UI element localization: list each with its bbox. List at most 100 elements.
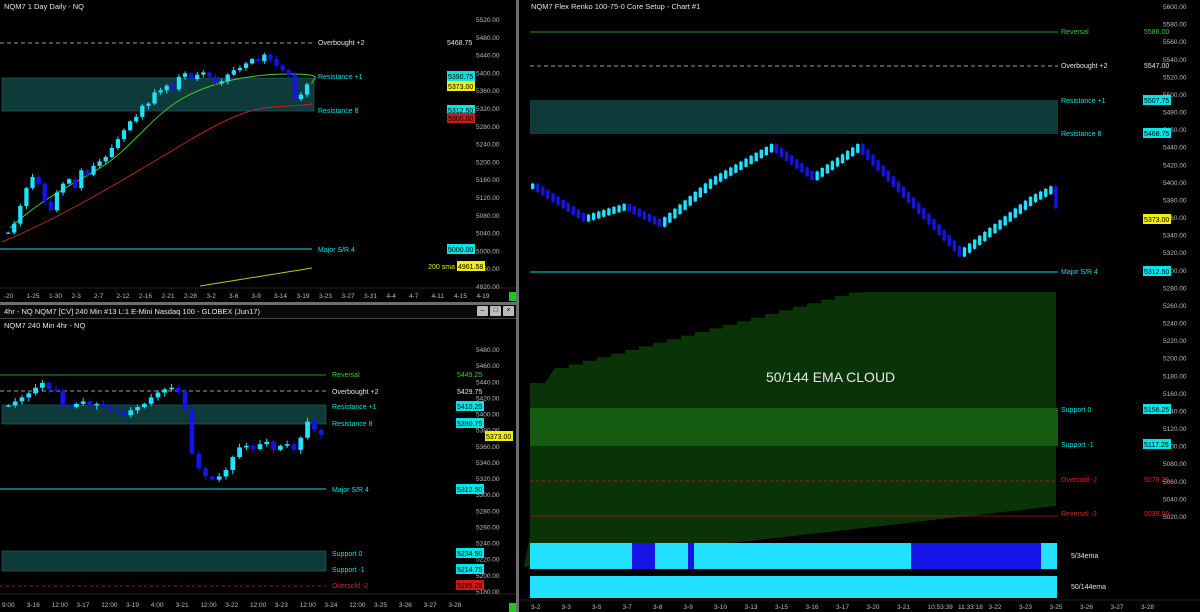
h4-axis-label: 5280.00 — [476, 508, 500, 515]
renko-candle — [774, 144, 779, 154]
renko-date-label: 3-9 — [684, 604, 694, 611]
renko-candle — [896, 181, 901, 193]
renko-candle — [551, 193, 555, 202]
daily-date-label: 3-6 — [229, 293, 239, 300]
renko-candle — [942, 229, 946, 241]
daily-candle — [103, 156, 108, 162]
h4-candle — [305, 421, 310, 438]
daily-axis-label: 5240.00 — [476, 142, 500, 149]
renko-candle — [556, 196, 560, 206]
h4-date-label: 3-22 — [225, 602, 238, 609]
h4-date-label: 12:00 — [200, 602, 217, 609]
renko-candle — [627, 203, 631, 212]
renko-candle — [1044, 188, 1048, 197]
renko-resistance-plus1-label: Resistance +1 — [1061, 98, 1106, 105]
h4-candle — [196, 453, 202, 469]
renko-major-sr4-value: 5312.50 — [1144, 269, 1169, 276]
renko-candle — [937, 224, 941, 236]
renko-candle — [957, 245, 962, 257]
daily-candle — [134, 116, 139, 122]
h4-candle — [114, 408, 120, 412]
renko-candle — [866, 149, 870, 161]
daily-date-label: 2-28 — [184, 293, 197, 300]
daily-chart[interactable]: 5520.00 5480.00 5440.00 5400.00 5360.00 5320.… — [0, 0, 516, 302]
renko-candle — [901, 186, 906, 198]
renko-candle — [998, 220, 1002, 230]
h4-candle — [46, 382, 52, 390]
h4-major-sr4-label: Major S/R 4 — [332, 487, 369, 494]
h4-axis-label: 5460.00 — [476, 363, 500, 370]
h4-candle — [19, 397, 25, 402]
h4-date-label: 12:00 — [349, 602, 366, 609]
h4-axis-label: 5240.00 — [476, 541, 500, 548]
renko-candle — [688, 196, 692, 206]
h4-candle — [121, 411, 127, 416]
daily-date-label: 4-19 — [477, 293, 490, 300]
renko-candle — [927, 213, 931, 225]
renko-candle — [917, 203, 921, 214]
h4-date-label: 3-23 — [275, 602, 288, 609]
renko-date-label: 3-7 — [623, 604, 633, 611]
renko-candle — [632, 206, 636, 215]
renko-candle — [698, 187, 703, 198]
h4-chart-pane[interactable]: 4hr - NQ NQM7 [CV] 240 Min #13 L:1 E-Min… — [0, 305, 516, 612]
renko-axis-label: 5120.00 — [1163, 426, 1187, 433]
h4-resistance-plus1-value: 5410.25 — [457, 404, 482, 411]
renko-chart-pane[interactable]: NQM7 Flex Renko 100-75-0 Core Setup - Ch… — [519, 0, 1200, 612]
h4-candle — [264, 441, 270, 445]
h4-reversal-label: Reversal — [332, 372, 360, 379]
h4-candle — [101, 403, 106, 408]
renko-candle — [749, 155, 753, 164]
renko-axis-label: 5080.00 — [1163, 461, 1187, 468]
renko-price-tag: 5373.00 — [1144, 217, 1169, 224]
renko-candle — [571, 206, 576, 215]
daily-date-label: -20 — [4, 293, 14, 300]
renko-candle — [952, 240, 957, 252]
daily-sma-label: 200 sma — [428, 264, 455, 271]
daily-candle — [243, 63, 249, 68]
renko-date-label: 3-26 — [1080, 604, 1093, 611]
daily-candle — [109, 148, 114, 157]
daily-date-label: 1-30 — [49, 293, 62, 300]
renko-candle — [795, 159, 799, 169]
renko-axis-label: 5380.00 — [1163, 197, 1187, 204]
renko-reversal-value: 5586.00 — [1144, 29, 1169, 36]
daily-resistance-zone — [1, 77, 315, 112]
daily-candle — [36, 176, 41, 184]
daily-candle — [152, 92, 157, 104]
h4-candle — [53, 389, 59, 391]
h4-candle — [278, 445, 283, 450]
daily-candle — [128, 121, 133, 131]
daily-candle — [201, 72, 206, 75]
renko-axis-label: 5220.00 — [1163, 338, 1187, 345]
h4-date-label: 3-16 — [27, 602, 40, 609]
daily-resistance1-label: Resistance +1 — [318, 74, 363, 81]
daily-candle — [140, 105, 145, 117]
renko-candle — [566, 203, 570, 212]
h4-candle — [135, 407, 140, 411]
daily-axis-label: 5360.00 — [476, 88, 500, 95]
renko-axis-label: 5200.00 — [1163, 356, 1187, 363]
daily-major-sr-value: 5000.00 — [448, 247, 473, 254]
renko-overbought-value: 5547.00 — [1144, 63, 1169, 70]
h4-date-label: 3-26 — [399, 602, 412, 609]
daily-chart-pane[interactable]: NQM7 1 Day Daily - NQ 5520.00 5480.00 5440… — [0, 0, 516, 302]
daily-date-label: 4-11 — [432, 293, 445, 300]
h4-candle — [128, 410, 134, 416]
renko-candle — [1023, 200, 1028, 210]
renko-candle — [561, 199, 565, 209]
renko-date-label: 3-8 — [653, 604, 663, 611]
daily-date-label: 2-16 — [139, 293, 152, 300]
renko-axis-label: 5480.00 — [1163, 110, 1187, 117]
daily-candle — [262, 54, 267, 62]
h4-chart[interactable]: 5480.005460.005440.005420.005400.005380.… — [0, 305, 516, 612]
renko-chart[interactable]: 5600.005580.005560.005540.005520.005500.… — [519, 0, 1200, 612]
renko-candle — [830, 161, 835, 170]
daily-candle — [67, 179, 72, 184]
renko-candle — [825, 164, 830, 174]
daily-date-label: 2-21 — [162, 293, 175, 300]
daily-sma200-line — [199, 267, 313, 287]
renko-candle — [729, 167, 733, 176]
h4-candle — [298, 437, 304, 450]
renko-candle — [612, 206, 616, 214]
